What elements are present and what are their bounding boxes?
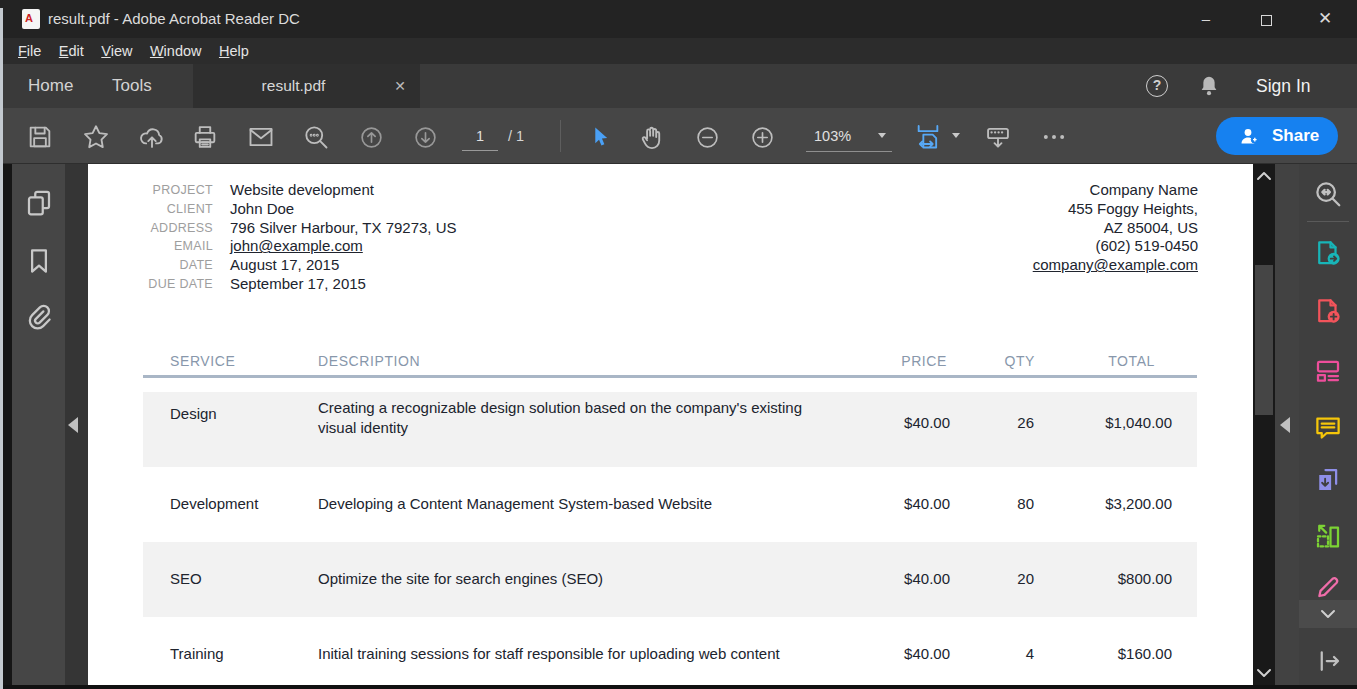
table-header-rule	[143, 375, 1197, 378]
share-button-label: Share	[1272, 117, 1319, 155]
client-email-link[interactable]: john@example.com	[230, 237, 457, 256]
col-header-description: DESCRIPTION	[318, 353, 420, 369]
right-tools-panel	[1299, 164, 1357, 685]
share-person-icon	[1238, 124, 1262, 148]
fit-width-icon[interactable]	[914, 123, 942, 151]
marquee-zoom-icon[interactable]	[1313, 179, 1343, 209]
help-icon[interactable]: ?	[1146, 75, 1168, 97]
notification-bell-icon[interactable]	[1196, 73, 1222, 99]
maximize-button[interactable]	[1244, 0, 1288, 38]
export-pdf-icon[interactable]	[1313, 238, 1343, 268]
window-left-edge	[0, 8, 3, 689]
acrobat-window: A result.pdf - Adobe Acrobat Reader DC –…	[0, 0, 1357, 689]
left-navigation-panel	[12, 164, 65, 685]
tab-tools[interactable]: Tools	[112, 64, 152, 108]
table-row: Development Developing a Content Managem…	[143, 467, 1197, 542]
tab-document-label: result.pdf	[203, 64, 384, 108]
edit-pdf-icon[interactable]	[1313, 355, 1343, 385]
collapse-left-arrow-icon[interactable]	[68, 417, 78, 433]
invoice-info-labels: PROJECT CLIENT ADDRESS EMAIL DATE DUE DA…	[88, 181, 213, 294]
table-row: Training Initial training sessions for s…	[143, 617, 1197, 685]
menu-window[interactable]: Window	[150, 38, 202, 64]
panel-divider	[1307, 221, 1349, 222]
menu-file[interactable]: File	[18, 38, 41, 64]
panel-scroll-strip[interactable]	[1299, 600, 1357, 628]
open-tools-pane-icon[interactable]	[1313, 646, 1343, 676]
save-icon[interactable]	[26, 123, 54, 151]
select-tool-icon[interactable]	[588, 125, 613, 150]
menu-help[interactable]: Help	[219, 38, 249, 64]
previous-page-icon[interactable]	[359, 125, 384, 150]
toolbar: 1 / 1 103% Share	[0, 108, 1357, 164]
zoom-caret-icon	[878, 133, 886, 138]
reading-mode-icon[interactable]	[984, 123, 1012, 151]
hand-tool-icon[interactable]	[638, 123, 666, 151]
title-bar: A result.pdf - Adobe Acrobat Reader DC –…	[0, 0, 1357, 38]
zoom-level-control[interactable]: 103%	[806, 121, 892, 152]
col-header-price: PRICE	[847, 353, 947, 369]
combine-files-icon[interactable]	[1313, 465, 1343, 495]
minimize-button[interactable]: –	[1184, 0, 1228, 38]
search-icon[interactable]	[302, 123, 330, 151]
bookmarks-icon[interactable]	[24, 246, 54, 276]
create-pdf-icon[interactable]	[1313, 296, 1343, 326]
collapse-right-arrow-icon[interactable]	[1280, 417, 1290, 433]
page-thumbnails-icon[interactable]	[24, 188, 54, 218]
left-edge-strip	[3, 164, 12, 685]
table-row: SEO Optimize the site for search engines…	[143, 542, 1197, 617]
attachments-icon[interactable]	[24, 302, 54, 332]
page-number-input[interactable]: 1	[462, 121, 498, 151]
fit-width-caret-icon[interactable]	[952, 133, 960, 138]
menu-view[interactable]: View	[101, 38, 132, 64]
pdf-file-icon: A	[22, 9, 40, 29]
vertical-scrollbar[interactable]	[1253, 164, 1275, 685]
zoom-level-value: 103%	[814, 121, 851, 151]
zoom-in-icon[interactable]	[750, 125, 775, 150]
invoice-info-values: Website development John Doe 796 Silver …	[230, 181, 457, 294]
right-panel-grabber[interactable]	[1275, 164, 1299, 685]
sign-in-button[interactable]: Sign In	[1256, 64, 1310, 108]
menu-bar: File Edit View Window Help	[0, 38, 1357, 64]
tab-home[interactable]: Home	[28, 64, 73, 108]
window-bottom-edge	[0, 685, 1357, 689]
main-area: PROJECT CLIENT ADDRESS EMAIL DATE DUE DA…	[0, 164, 1357, 685]
scrollbar-thumb[interactable]	[1255, 265, 1273, 415]
menu-edit[interactable]: Edit	[59, 38, 84, 64]
tab-bar: Home Tools result.pdf ✕ ? Sign In	[0, 64, 1357, 108]
window-title: result.pdf - Adobe Acrobat Reader DC	[48, 0, 300, 38]
cloud-upload-icon[interactable]	[138, 123, 166, 151]
favorite-star-icon[interactable]	[82, 123, 110, 151]
pdf-page: PROJECT CLIENT ADDRESS EMAIL DATE DUE DA…	[88, 164, 1253, 685]
tab-close-icon[interactable]: ✕	[394, 64, 406, 108]
organize-pages-icon[interactable]	[1313, 522, 1343, 552]
zoom-out-icon[interactable]	[695, 125, 720, 150]
print-icon[interactable]	[191, 123, 219, 151]
col-header-total: TOTAL	[1055, 353, 1155, 369]
close-button[interactable]: ✕	[1303, 0, 1347, 38]
comment-icon[interactable]	[1313, 413, 1343, 443]
table-row: Design Creating a recognizable design so…	[143, 392, 1197, 467]
col-header-service: SERVICE	[170, 353, 235, 369]
company-block: Company Name 455 Foggy Heights, AZ 85004…	[1033, 181, 1198, 275]
next-page-icon[interactable]	[413, 125, 438, 150]
company-email-link[interactable]: company@example.com	[1033, 256, 1198, 275]
more-tools-icon[interactable]	[1040, 123, 1068, 151]
col-header-qty: QTY	[935, 353, 1035, 369]
fill-sign-icon[interactable]	[1313, 568, 1343, 598]
page-count-label: / 1	[508, 121, 524, 151]
left-panel-grabber[interactable]	[65, 164, 88, 685]
toolbar-separator	[560, 120, 561, 152]
share-button[interactable]: Share	[1216, 117, 1338, 155]
email-icon[interactable]	[247, 123, 275, 151]
tab-document[interactable]: result.pdf ✕	[193, 64, 420, 108]
